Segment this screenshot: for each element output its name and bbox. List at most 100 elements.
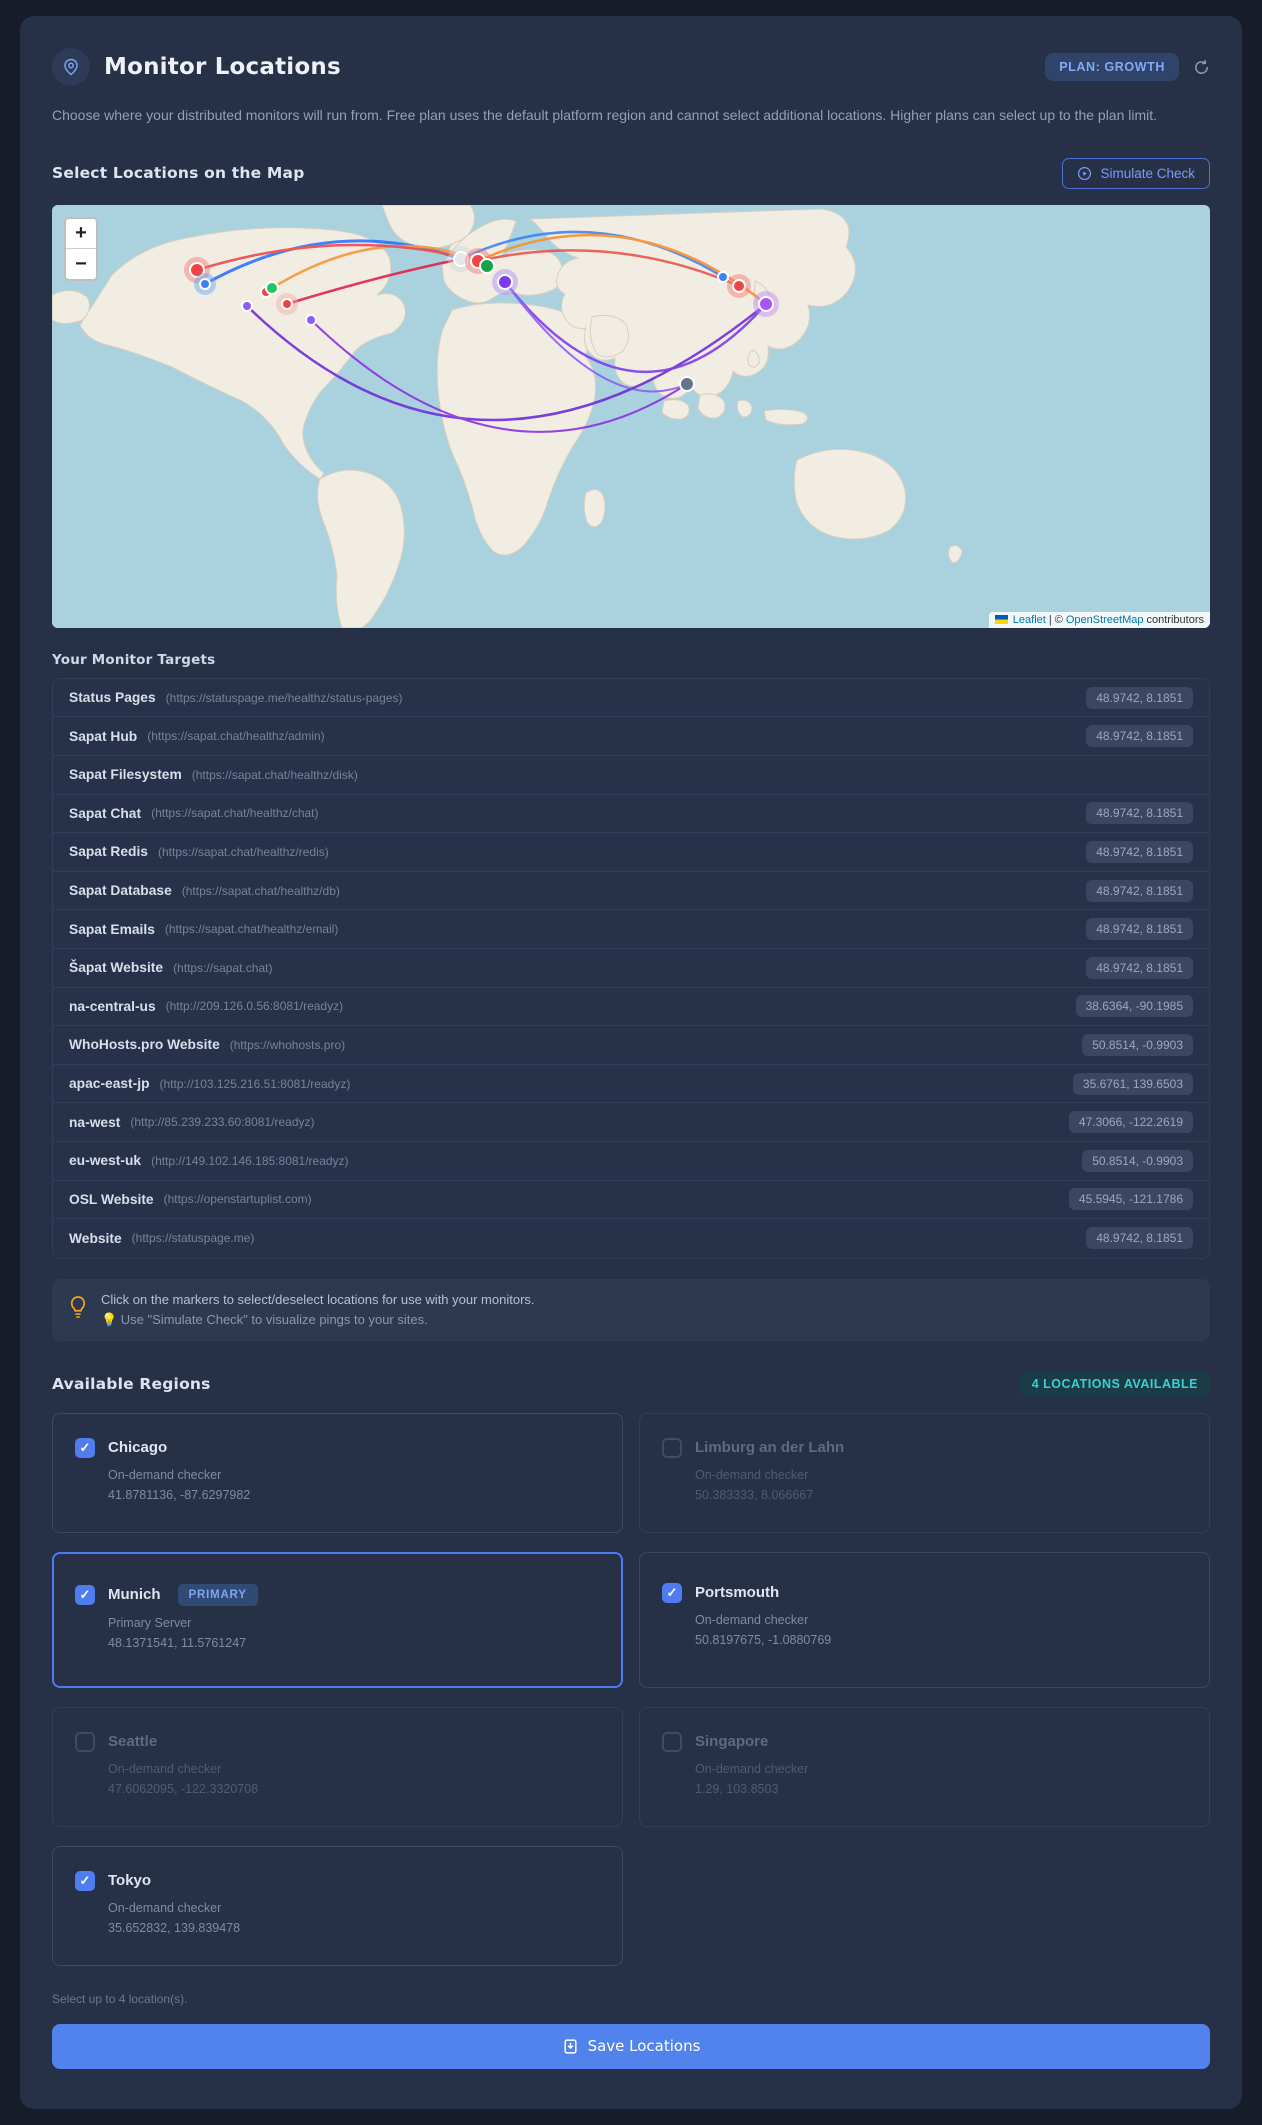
tip-line-1: Click on the markers to select/deselect … — [101, 1291, 535, 1307]
target-coordinates-badge: 50.8514, -0.9903 — [1082, 1149, 1193, 1172]
location-marker[interactable] — [241, 299, 253, 312]
target-row[interactable]: WhoHosts.pro Website (https://whohosts.p… — [53, 1026, 1209, 1065]
play-circle-icon — [1078, 166, 1092, 180]
target-row[interactable]: Šapat Website (https://sapat.chat) 48.97… — [53, 948, 1209, 988]
target-coordinates-badge: 45.5945, -121.1786 — [1068, 1188, 1193, 1211]
simulate-check-label: Simulate Check — [1100, 165, 1195, 181]
map-zoom-control: + − — [64, 216, 98, 281]
target-url: (https://statuspage.me) — [131, 1231, 255, 1246]
region-checkbox[interactable]: ✓ — [75, 1584, 95, 1605]
target-name: apac-east-jp — [69, 1076, 150, 1092]
refresh-icon[interactable] — [1193, 59, 1210, 76]
target-row[interactable]: Sapat Chat (https://sapat.chat/healthz/c… — [53, 794, 1209, 834]
region-checkbox[interactable]: ✓ — [75, 1870, 95, 1891]
region-name: Munich — [108, 1586, 161, 1604]
region-card[interactable]: ✓ Tokyo On-demand checker 35.652832, 139… — [52, 1845, 623, 1966]
location-marker[interactable] — [305, 313, 317, 326]
save-locations-button[interactable]: Save Locations — [52, 2023, 1210, 2069]
target-coordinates-badge: 47.3066, -122.2619 — [1068, 1111, 1193, 1134]
target-row[interactable]: na-central-us (http://209.126.0.56:8081/… — [53, 987, 1209, 1027]
target-url: (https://openstartuplist.com) — [163, 1192, 312, 1207]
target-row[interactable]: Sapat Filesystem (https://sapat.chat/hea… — [53, 755, 1209, 795]
location-marker[interactable] — [479, 257, 495, 274]
region-type: On-demand checker — [695, 1612, 809, 1627]
location-marker[interactable] — [717, 270, 729, 283]
region-type: On-demand checker — [695, 1467, 809, 1482]
target-row[interactable]: Sapat Hub (https://sapat.chat/healthz/ad… — [53, 717, 1209, 756]
target-name: na-central-us — [69, 998, 156, 1014]
target-coordinates-badge: 48.9742, 8.1851 — [1086, 725, 1193, 748]
target-name: OSL Website — [69, 1191, 154, 1207]
save-locations-label: Save Locations — [587, 2037, 701, 2056]
region-card[interactable]: ✓ Portsmouth On-demand checker 50.819767… — [639, 1551, 1210, 1688]
map-zoom-in-button[interactable]: + — [66, 218, 96, 249]
target-name: WhoHosts.pro Website — [69, 1037, 220, 1053]
region-checkbox[interactable]: ✓ — [75, 1437, 95, 1458]
map-section-title: Select Locations on the Map — [52, 164, 305, 183]
target-coordinates-badge: 48.9742, 8.1851 — [1086, 840, 1193, 863]
region-checkbox[interactable] — [75, 1731, 95, 1752]
target-row[interactable]: Sapat Emails (https://sapat.chat/healthz… — [53, 910, 1209, 949]
target-row[interactable]: Sapat Redis (https://sapat.chat/healthz/… — [53, 833, 1209, 872]
region-checkbox[interactable] — [662, 1731, 682, 1752]
location-marker[interactable] — [265, 280, 279, 295]
region-name: Chicago — [108, 1439, 168, 1457]
target-url: (https://sapat.chat/healthz/email) — [164, 922, 339, 937]
target-row[interactable]: Website (https://statuspage.me) 48.9742,… — [53, 1219, 1209, 1258]
target-name: Sapat Hub — [69, 728, 138, 744]
ukraine-flag-icon — [994, 615, 1008, 625]
target-name: Sapat Redis — [69, 844, 148, 860]
target-coordinates-badge: 50.8514, -0.9903 — [1082, 1033, 1193, 1056]
map-zoom-out-button[interactable]: − — [66, 248, 96, 279]
target-name: eu-west-uk — [69, 1153, 142, 1169]
location-marker[interactable] — [199, 277, 211, 290]
monitor-targets-list: Status Pages (https://statuspage.me/heal… — [52, 677, 1210, 1259]
target-coordinates-badge: 38.6364, -90.1985 — [1075, 995, 1193, 1018]
region-checkbox[interactable]: ✓ — [662, 1582, 682, 1603]
region-coordinates: 50.383333, 8.066667 — [695, 1487, 814, 1502]
target-row[interactable]: OSL Website (https://openstartuplist.com… — [53, 1180, 1209, 1220]
target-row[interactable]: eu-west-uk (http://149.102.146.185:8081/… — [53, 1141, 1209, 1181]
region-type: Primary Server — [108, 1615, 192, 1630]
page-title: Monitor Locations — [104, 54, 341, 80]
region-checkbox[interactable] — [662, 1437, 682, 1458]
target-name: Sapat Chat — [69, 805, 142, 821]
page-background: Monitor Locations PLAN: GROWTH Choose wh… — [0, 0, 1262, 2125]
region-card[interactable]: Seattle On-demand checker 47.6062095, -1… — [52, 1706, 623, 1827]
location-marker[interactable] — [281, 297, 293, 310]
region-card[interactable]: ✓ Munich PRIMARY Primary Server 48.13715… — [52, 1551, 623, 1688]
target-row[interactable]: Sapat Database (https://sapat.chat/healt… — [53, 871, 1209, 911]
region-type: On-demand checker — [108, 1900, 222, 1915]
target-coordinates-badge: 48.9742, 8.1851 — [1086, 802, 1193, 825]
target-coordinates-badge: 35.6761, 139.6503 — [1072, 1072, 1193, 1095]
targets-title: Your Monitor Targets — [52, 651, 216, 668]
openstreetmap-link[interactable]: OpenStreetMap — [1066, 614, 1144, 626]
monitor-locations-panel: Monitor Locations PLAN: GROWTH Choose wh… — [20, 16, 1242, 2109]
simulate-check-button[interactable]: Simulate Check — [1062, 157, 1210, 189]
target-coordinates-badge: 48.9742, 8.1851 — [1086, 879, 1193, 902]
lightbulb-icon — [68, 1294, 88, 1325]
target-row[interactable]: na-west (http://85.239.233.60:8081/ready… — [53, 1103, 1209, 1142]
leaflet-link[interactable]: Leaflet — [1013, 614, 1046, 626]
region-card[interactable]: Singapore On-demand checker 1.29, 103.85… — [639, 1706, 1210, 1827]
target-row[interactable]: apac-east-jp (http://103.125.216.51:8081… — [53, 1064, 1209, 1104]
location-marker[interactable] — [497, 273, 513, 290]
target-url: (https://sapat.chat/healthz/disk) — [191, 767, 358, 782]
location-marker[interactable] — [758, 295, 774, 312]
region-name: Tokyo — [108, 1872, 152, 1890]
target-coordinates-badge: 48.9742, 8.1851 — [1086, 956, 1193, 979]
target-coordinates-badge: 48.9742, 8.1851 — [1086, 918, 1193, 941]
primary-badge: PRIMARY — [177, 1583, 258, 1606]
tip-line-2: 💡 Use "Simulate Check" to visualize ping… — [101, 1311, 428, 1327]
region-card[interactable]: ✓ Chicago On-demand checker 41.8781136, … — [52, 1412, 623, 1533]
target-url: (https://sapat.chat/healthz/db) — [181, 883, 340, 898]
location-marker[interactable] — [732, 278, 746, 293]
target-name: na-west — [69, 1114, 121, 1130]
world-map[interactable]: + − Leaflet | © OpenStreetMap contributo… — [52, 204, 1210, 628]
target-url: (https://sapat.chat/healthz/redis) — [157, 844, 329, 859]
target-name: Sapat Database — [69, 883, 172, 899]
location-marker[interactable] — [679, 375, 695, 392]
region-card[interactable]: Limburg an der Lahn On-demand checker 50… — [639, 1412, 1210, 1533]
target-row[interactable]: Status Pages (https://statuspage.me/heal… — [53, 678, 1209, 718]
selection-limit-note: Select up to 4 location(s). — [52, 1991, 188, 2006]
